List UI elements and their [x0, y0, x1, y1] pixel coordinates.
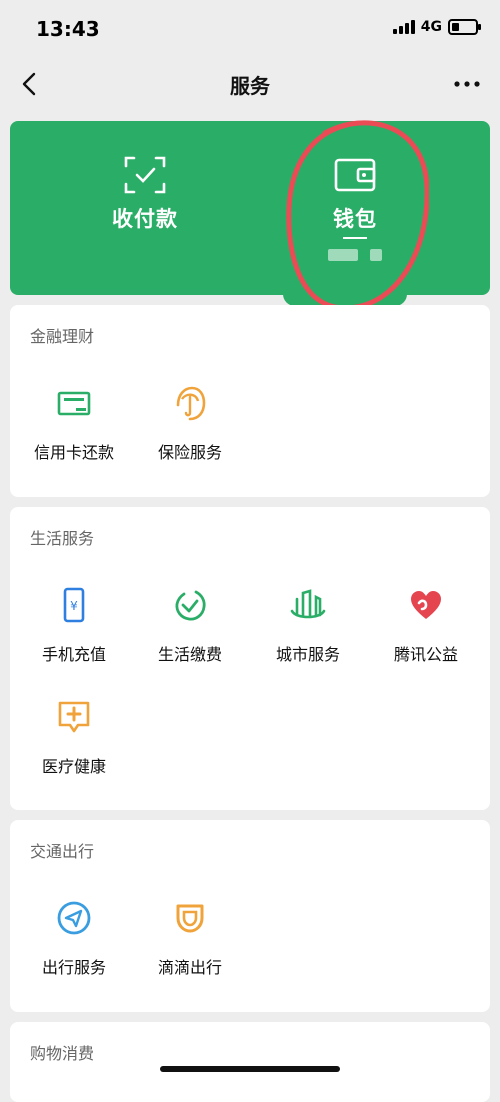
- wallet-label: 钱包: [333, 207, 377, 231]
- payment-card: [10, 121, 490, 295]
- scan-icon: [124, 156, 166, 194]
- battery-icon: [448, 19, 481, 35]
- navigation-icon: [57, 901, 91, 935]
- pay-receive-label: 收付款: [112, 207, 178, 231]
- status-indicators: 4G: [392, 19, 481, 35]
- item-tencent-charity[interactable]: 腾讯公益: [366, 585, 486, 665]
- section-transport: 交通出行 出行服务 滴滴出行: [10, 820, 490, 1012]
- section-title-life: 生活服务: [30, 529, 95, 548]
- heart-icon: [411, 591, 441, 619]
- item-didi[interactable]: 滴滴出行: [130, 898, 250, 978]
- section-life: 生活服务 ¥ 手机充值 生活缴费 城市服务 腾讯公益 医疗健康: [10, 507, 490, 810]
- didi-icon: [176, 904, 204, 933]
- item-insurance[interactable]: 保险服务: [130, 383, 250, 463]
- item-label: 信用卡还款: [33, 443, 114, 462]
- balance-blurred: [300, 249, 410, 261]
- pay-receive-button[interactable]: 收付款: [90, 155, 200, 233]
- status-bar: 13:43 4G: [0, 0, 500, 58]
- wallet-button[interactable]: 钱包: [300, 155, 410, 261]
- item-label: 手机充值: [41, 645, 106, 664]
- phone-icon: ¥: [63, 587, 85, 623]
- umbrella-icon: [176, 386, 206, 421]
- home-indicator[interactable]: [160, 1066, 340, 1072]
- svg-text:¥: ¥: [70, 599, 78, 613]
- wallet-icon: [334, 158, 376, 192]
- item-label: 城市服务: [275, 645, 340, 664]
- wallet-underline: [343, 237, 367, 239]
- section-shopping: 购物消费: [10, 1022, 490, 1102]
- item-label: 滴滴出行: [157, 958, 222, 977]
- more-dots-icon: [454, 81, 480, 87]
- item-city-services[interactable]: 城市服务: [248, 585, 368, 665]
- item-label: 医疗健康: [41, 757, 106, 776]
- section-title-transport: 交通出行: [30, 842, 95, 861]
- item-credit-card-repay[interactable]: 信用卡还款: [14, 383, 134, 463]
- nav-bar: 服务: [0, 58, 500, 110]
- network-type: 4G: [420, 19, 442, 35]
- item-label: 出行服务: [41, 958, 106, 977]
- signal-icon: [392, 20, 415, 34]
- section-finance: 金融理财 信用卡还款 保险服务: [10, 305, 490, 497]
- item-travel-services[interactable]: 出行服务: [14, 898, 134, 978]
- page-title: 服务: [230, 74, 270, 98]
- item-label: 腾讯公益: [393, 645, 458, 664]
- section-title-shopping: 购物消费: [30, 1044, 95, 1063]
- city-icon: [290, 589, 326, 619]
- item-label: 生活缴费: [157, 645, 222, 664]
- more-button[interactable]: [452, 72, 482, 96]
- medical-chat-icon: [58, 701, 90, 733]
- item-utility-bills[interactable]: 生活缴费: [130, 585, 250, 665]
- item-healthcare[interactable]: 医疗健康: [14, 697, 134, 777]
- section-title-finance: 金融理财: [30, 327, 95, 346]
- credit-card-icon: [57, 391, 91, 416]
- status-time: 13:43: [36, 17, 100, 41]
- bill-check-icon: [175, 590, 206, 621]
- item-label: 保险服务: [157, 443, 222, 462]
- item-mobile-topup[interactable]: ¥ 手机充值: [14, 585, 134, 665]
